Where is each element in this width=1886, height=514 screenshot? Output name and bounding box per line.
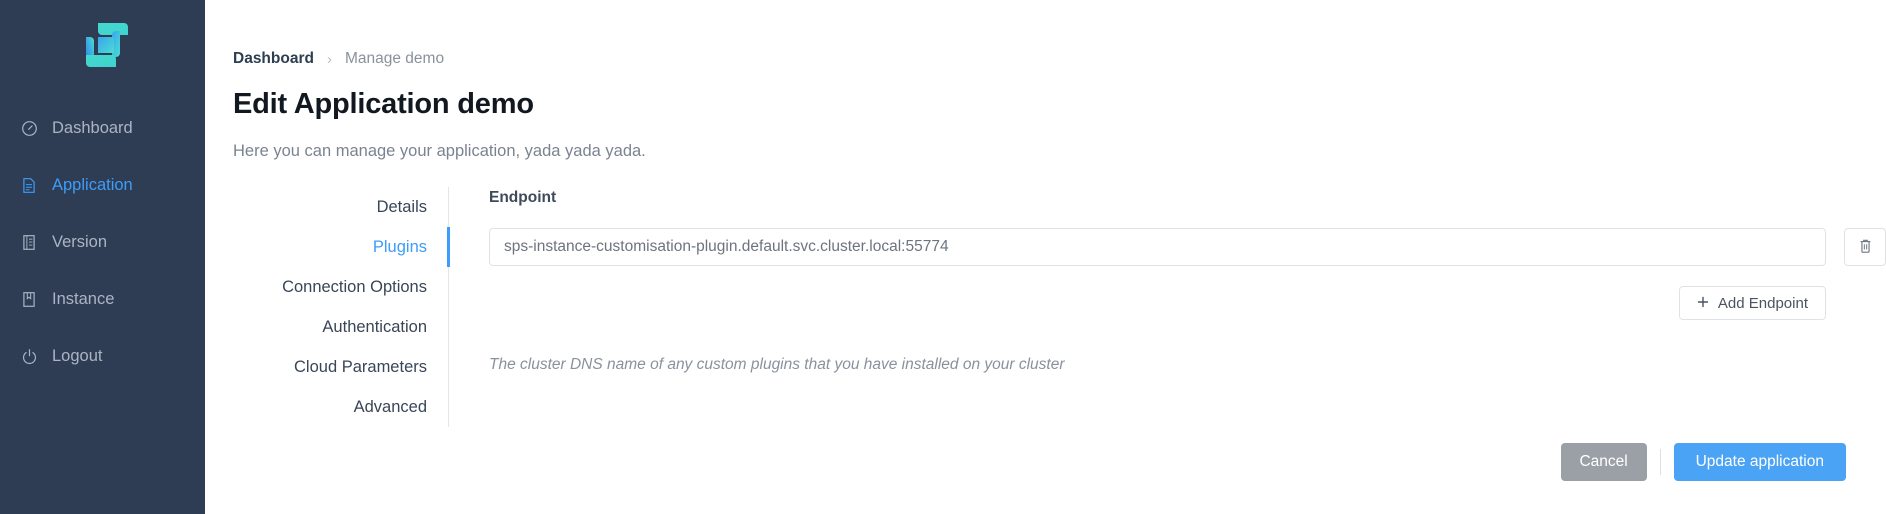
add-endpoint-label: Add Endpoint bbox=[1717, 294, 1808, 312]
tab-advanced[interactable]: Advanced bbox=[235, 387, 450, 427]
chevron-right-icon: › bbox=[326, 50, 332, 68]
sidebar-nav: Dashboard Application Version Instance L… bbox=[0, 110, 205, 395]
sidebar-item-version[interactable]: Version bbox=[0, 224, 205, 260]
endpoint-label: Endpoint bbox=[489, 189, 557, 206]
form-actions: Cancel Update application bbox=[1560, 443, 1846, 481]
sidebar-item-application[interactable]: Application bbox=[0, 167, 205, 203]
tab-authentication[interactable]: Authentication bbox=[235, 307, 450, 347]
plus-icon bbox=[1697, 295, 1709, 312]
page-subtitle: Here you can manage your application, ya… bbox=[233, 142, 646, 160]
page-title: Edit Application demo bbox=[233, 88, 534, 120]
main-content: Dashboard › Manage demo Edit Application… bbox=[205, 0, 1886, 514]
plugins-tab-content: Endpoint sps-instance-customisation-plug… bbox=[449, 187, 1886, 427]
app-root: Dashboard Application Version Instance L… bbox=[0, 0, 1886, 514]
update-application-button[interactable]: Update application bbox=[1673, 443, 1846, 481]
app-logo-pinwheel[interactable] bbox=[67, 14, 139, 76]
dashboard-gauge-icon bbox=[18, 117, 40, 139]
breadcrumb-current: Manage demo bbox=[344, 50, 445, 67]
cancel-button[interactable]: Cancel bbox=[1560, 443, 1647, 481]
delete-endpoint-button[interactable] bbox=[1844, 228, 1886, 266]
list-book-icon bbox=[18, 231, 40, 253]
tab-connection-options[interactable]: Connection Options bbox=[235, 267, 450, 307]
settings-tab-list: Details Plugins Connection Options Authe… bbox=[233, 187, 450, 427]
sidebar-item-label: Dashboard bbox=[52, 118, 133, 137]
sidebar-item-instance[interactable]: Instance bbox=[0, 281, 205, 317]
save-book-icon bbox=[18, 288, 40, 310]
sidebar-item-label: Version bbox=[52, 232, 108, 251]
add-endpoint-row: Add Endpoint bbox=[489, 286, 1886, 320]
sidebar-item-logout[interactable]: Logout bbox=[0, 338, 205, 374]
add-endpoint-button[interactable]: Add Endpoint bbox=[1678, 286, 1826, 320]
sidebar-item-label: Application bbox=[52, 175, 133, 194]
power-icon bbox=[18, 345, 40, 367]
tab-details[interactable]: Details bbox=[235, 187, 450, 227]
endpoint-row bbox=[489, 228, 1886, 266]
endpoint-helper-text: The cluster DNS name of any custom plugi… bbox=[489, 356, 1065, 373]
document-icon bbox=[18, 174, 40, 196]
sidebar: Dashboard Application Version Instance L… bbox=[0, 0, 205, 514]
sidebar-item-dashboard[interactable]: Dashboard bbox=[0, 110, 205, 146]
sidebar-item-label: Logout bbox=[52, 346, 103, 365]
tab-cloud-parameters[interactable]: Cloud Parameters bbox=[235, 347, 450, 387]
trash-icon bbox=[1858, 238, 1873, 257]
breadcrumb: Dashboard › Manage demo bbox=[233, 0, 1886, 68]
actions-divider bbox=[1659, 449, 1661, 475]
breadcrumb-dashboard-link[interactable]: Dashboard bbox=[233, 50, 314, 68]
tab-plugins[interactable]: Plugins bbox=[235, 227, 450, 267]
settings-panel: Details Plugins Connection Options Authe… bbox=[233, 187, 1886, 427]
endpoint-input[interactable] bbox=[489, 228, 1826, 266]
sidebar-item-label: Instance bbox=[52, 289, 115, 308]
